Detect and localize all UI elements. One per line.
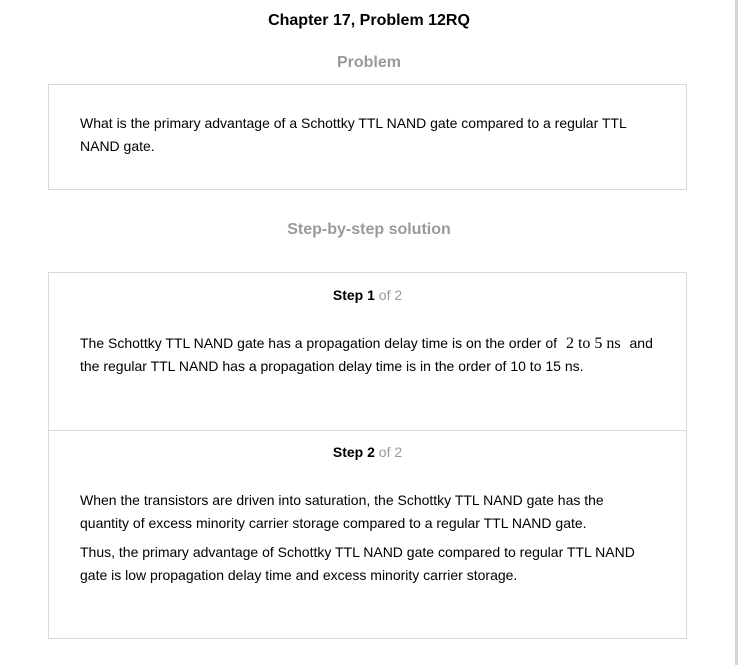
step-2-label: Step 2 of 2 [49, 444, 686, 460]
solution-heading: Step-by-step solution [287, 221, 451, 238]
chapter-title: Chapter 17, Problem 12RQ [268, 12, 470, 29]
step-2-paragraph-1: When the transistors are driven into sat… [80, 492, 604, 531]
solution-box: Step 1 of 2 The Schottky TTL NAND gate h… [48, 272, 687, 639]
step-1-math: 2 to 5 ns [565, 335, 621, 352]
step-2-of: of 2 [378, 444, 403, 460]
step-2-number: 2 [367, 444, 375, 460]
step-1-text-before: The Schottky TTL NAND gate has a propaga… [80, 335, 558, 351]
step-1-label: Step 1 of 2 [49, 287, 686, 303]
step-1-word: Step [332, 287, 364, 303]
step-1-text: The Schottky TTL NAND gate has a propaga… [80, 332, 655, 378]
problem-box: What is the primary advantage of a Schot… [48, 84, 687, 190]
step-1-number: 1 [367, 287, 375, 303]
step-2-paragraph-2: Thus, the primary advantage of Schottky … [80, 544, 635, 583]
problem-heading: Problem [336, 54, 401, 71]
step-2-word: Step [332, 444, 364, 460]
problem-text: What is the primary advantage of a Schot… [80, 115, 627, 154]
step-1-of: of 2 [378, 287, 403, 303]
step-divider [49, 430, 686, 431]
